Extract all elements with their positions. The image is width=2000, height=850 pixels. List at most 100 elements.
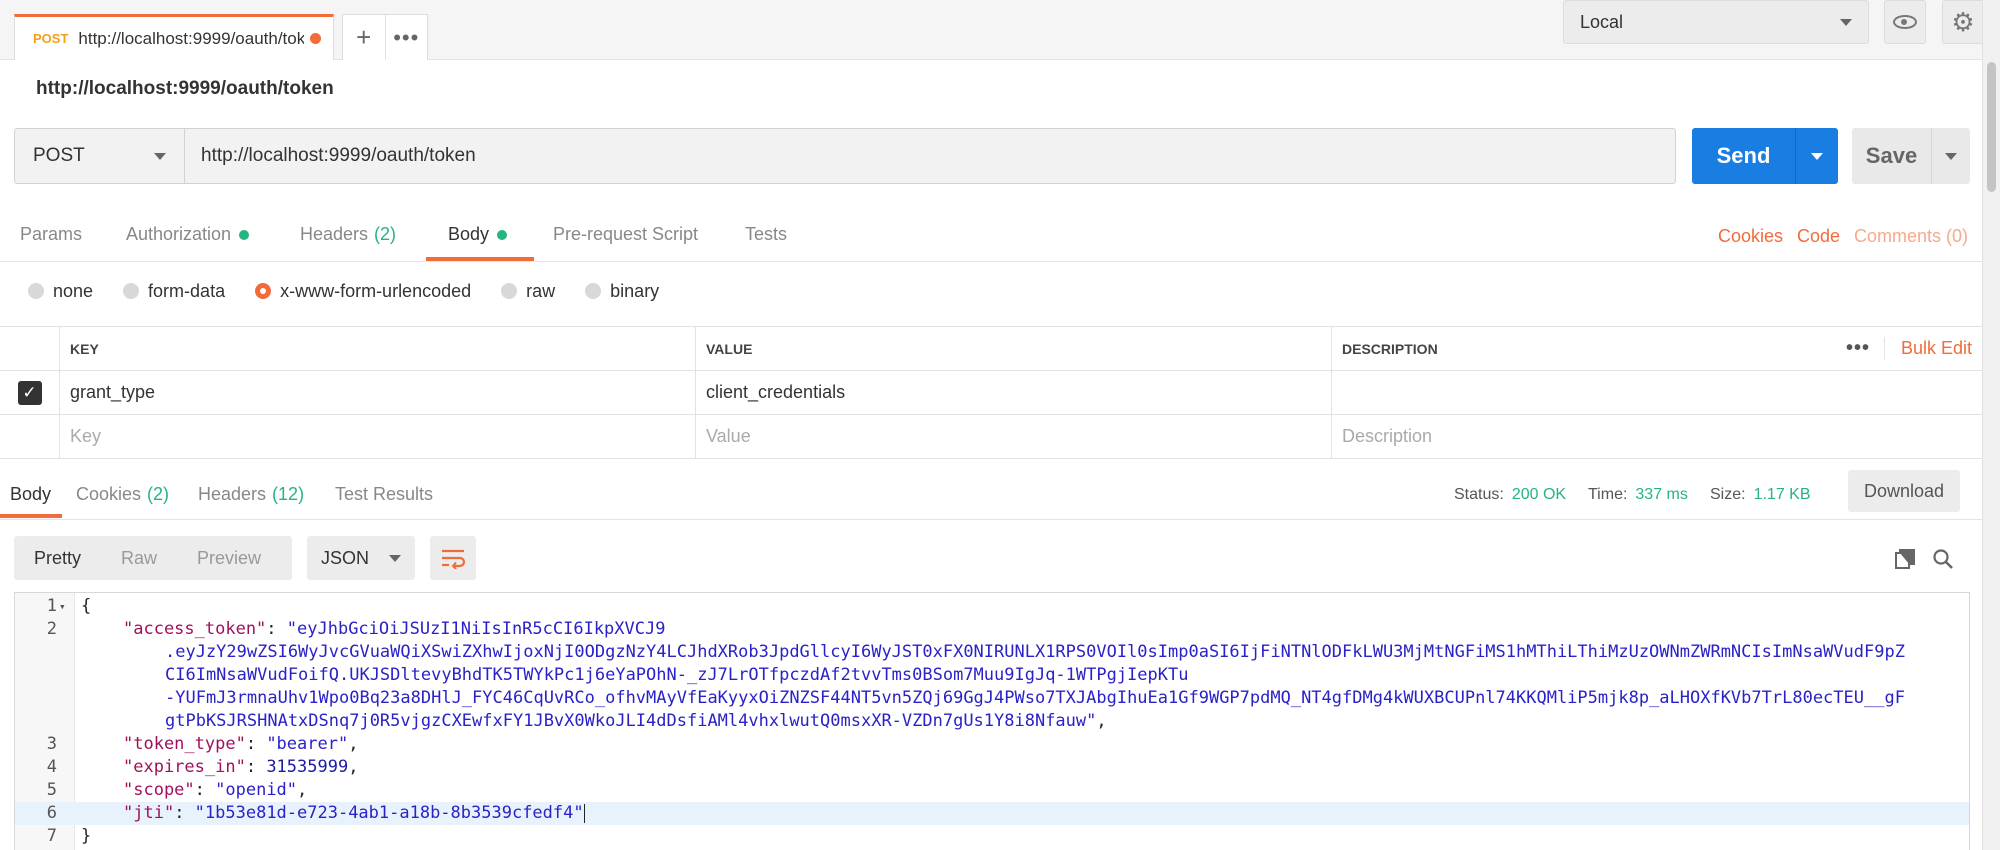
response-tab-body-label: Body — [10, 484, 52, 504]
code-line-wrap: -YUFmJ3rmnaUhv1Wpo0Bq23a8DHlJ_FYC46CqUvR… — [15, 687, 1969, 710]
response-tab-cookies-label: Cookies — [76, 484, 142, 504]
row-enabled-checkbox[interactable]: ✓ — [17, 380, 42, 405]
request-tab-method: POST — [33, 31, 69, 46]
environment-select[interactable]: Local — [1563, 0, 1869, 44]
response-tab-cookies[interactable]: Cookies (2) — [76, 484, 169, 505]
download-button[interactable]: Download — [1848, 470, 1960, 512]
response-tab-body[interactable]: Body — [10, 484, 51, 505]
more-tabs-button[interactable]: ••• — [384, 15, 428, 60]
line-number: 5 — [46, 780, 57, 800]
new-description-input[interactable]: Description — [1332, 415, 1982, 458]
fold-toggle-icon[interactable]: ▾ — [59, 595, 66, 618]
save-options-button[interactable] — [1932, 128, 1970, 184]
copy-icon[interactable] — [1894, 548, 1916, 570]
radio-form-data[interactable]: form-data — [123, 281, 225, 302]
line-number: 4 — [46, 757, 57, 777]
table-options-button[interactable]: ••• — [1832, 337, 1885, 360]
response-tab-test-results[interactable]: Test Results — [335, 484, 433, 505]
code-line: 2 "access_token": "eyJhbGciOiJSUzI1NiIsI… — [15, 618, 1969, 641]
time-value: 337 ms — [1635, 486, 1688, 503]
code-text: } — [81, 826, 92, 846]
json-string-wrap: gtPbKSJRSHNAtxDSnq7j0R5vjgzCXEwfxFY1JBvX… — [165, 711, 1097, 731]
new-value-input[interactable]: Value — [696, 415, 1332, 458]
table-header-row: KEY VALUE DESCRIPTION ••• Bulk Edit — [0, 327, 1982, 371]
response-tab-headers-label: Headers — [198, 484, 267, 504]
code-line-wrap: gtPbKSJRSHNAtxDSnq7j0R5vjgzCXEwfxFY1JBvX… — [15, 710, 1969, 733]
response-tab-test-results-label: Test Results — [335, 484, 434, 504]
table-row: ✓ grant_type client_credentials — [0, 371, 1982, 415]
view-raw-button[interactable]: Raw — [101, 548, 177, 569]
tab-tests[interactable]: Tests — [745, 224, 787, 245]
param-description-field[interactable] — [1332, 371, 1982, 414]
json-key: "scope" — [123, 780, 195, 800]
send-options-button[interactable] — [1796, 128, 1838, 184]
radio-urlencoded[interactable]: x-www-form-urlencoded — [255, 281, 471, 302]
size-value: 1.17 KB — [1753, 486, 1811, 503]
code-text: "jti": "1b53e81d-e723-4ab1-a18b-8b3539cf… — [123, 803, 585, 823]
vertical-scrollbar[interactable] — [1982, 0, 2000, 850]
request-tabs: Params Authorization Headers (2) Body Pre… — [0, 210, 1982, 262]
column-header-key: KEY — [60, 327, 696, 370]
response-body-editor[interactable]: 1 ▾ { 2 "access_token": "eyJhbGciOiJSUzI… — [14, 592, 1970, 850]
line-number: 2 — [46, 619, 57, 639]
url-input[interactable] — [185, 129, 1675, 183]
code-text: "expires_in": 31535999, — [123, 757, 359, 777]
param-value-field[interactable]: client_credentials — [696, 371, 1332, 414]
new-tab-button[interactable]: + — [343, 15, 385, 60]
manage-environments-button[interactable]: ⚙ — [1942, 0, 1984, 44]
tab-headers[interactable]: Headers (2) — [300, 224, 396, 245]
scrollbar-thumb[interactable] — [1987, 62, 1996, 192]
line-number: 7 — [46, 826, 57, 846]
request-tab[interactable]: POST http://localhost:9999/oauth/tok — [14, 14, 334, 60]
tab-authorization-label: Authorization — [126, 224, 232, 244]
save-button[interactable]: Save — [1852, 128, 1970, 184]
request-tab-title: http://localhost:9999/oauth/tok — [78, 28, 304, 48]
column-header-description-label: DESCRIPTION — [1342, 340, 1438, 357]
param-key-field[interactable]: grant_type — [60, 371, 696, 414]
radio-circle-icon — [123, 283, 140, 299]
code-link[interactable]: Code — [1797, 226, 1840, 247]
code-line-active: 6 "jti": "1b53e81d-e723-4ab1-a18b-8b3539… — [15, 802, 1969, 825]
headers-count: (2) — [374, 224, 397, 244]
tab-params-label: Params — [20, 224, 83, 244]
new-key-input[interactable]: Key — [60, 415, 696, 458]
radio-none-label: none — [53, 280, 94, 301]
send-button[interactable]: Send — [1692, 128, 1838, 184]
wrap-lines-button[interactable] — [430, 536, 476, 580]
code-text: "access_token": "eyJhbGciOiJSUzI1NiIsInR… — [123, 619, 666, 639]
column-header-description: DESCRIPTION ••• Bulk Edit — [1332, 327, 1982, 370]
environment-quick-look-button[interactable] — [1884, 0, 1926, 44]
chevron-down-icon — [389, 554, 401, 562]
json-key: "expires_in" — [123, 757, 246, 777]
view-preview-button[interactable]: Preview — [177, 548, 281, 569]
json-key: "token_type" — [123, 734, 246, 754]
response-cookies-count: (2) — [147, 484, 170, 504]
tab-authorization[interactable]: Authorization — [126, 224, 250, 245]
response-time: Time: 337 ms — [1588, 486, 1688, 504]
cookies-link[interactable]: Cookies — [1718, 226, 1783, 247]
code-line: 5 "scope": "openid", — [15, 779, 1969, 802]
tab-body[interactable]: Body — [448, 224, 508, 245]
search-icon[interactable] — [1932, 548, 1954, 570]
method-select[interactable]: POST — [15, 129, 185, 183]
json-string: "bearer" — [266, 734, 349, 754]
table-row-new: Key Value Description — [0, 415, 1982, 459]
comments-link[interactable]: Comments (0) — [1854, 226, 1968, 247]
view-pretty-button[interactable]: Pretty — [14, 548, 101, 569]
response-view-toggle: Pretty Raw Preview — [14, 536, 292, 580]
response-headers-count: (12) — [272, 484, 305, 504]
bulk-edit-link[interactable]: Bulk Edit — [1885, 338, 1972, 359]
json-key: "jti" — [123, 803, 175, 823]
radio-raw[interactable]: raw — [501, 281, 555, 302]
line-number: 6 — [46, 803, 57, 823]
radio-binary[interactable]: binary — [585, 281, 659, 302]
radio-circle-icon — [585, 283, 602, 299]
tab-params[interactable]: Params — [20, 224, 82, 245]
format-select[interactable]: JSON — [307, 536, 415, 580]
code-line-wrap: CI6ImNsaWVudFoifQ.UKJSDltevyBhdTK5TWYkPc… — [15, 664, 1969, 687]
response-tab-headers[interactable]: Headers (12) — [198, 484, 304, 505]
radio-urlencoded-label: x-www-form-urlencoded — [280, 280, 472, 301]
radio-none[interactable]: none — [28, 281, 93, 302]
tab-prerequest-script[interactable]: Pre-request Script — [553, 224, 698, 245]
code-text: "token_type": "bearer", — [123, 734, 359, 754]
